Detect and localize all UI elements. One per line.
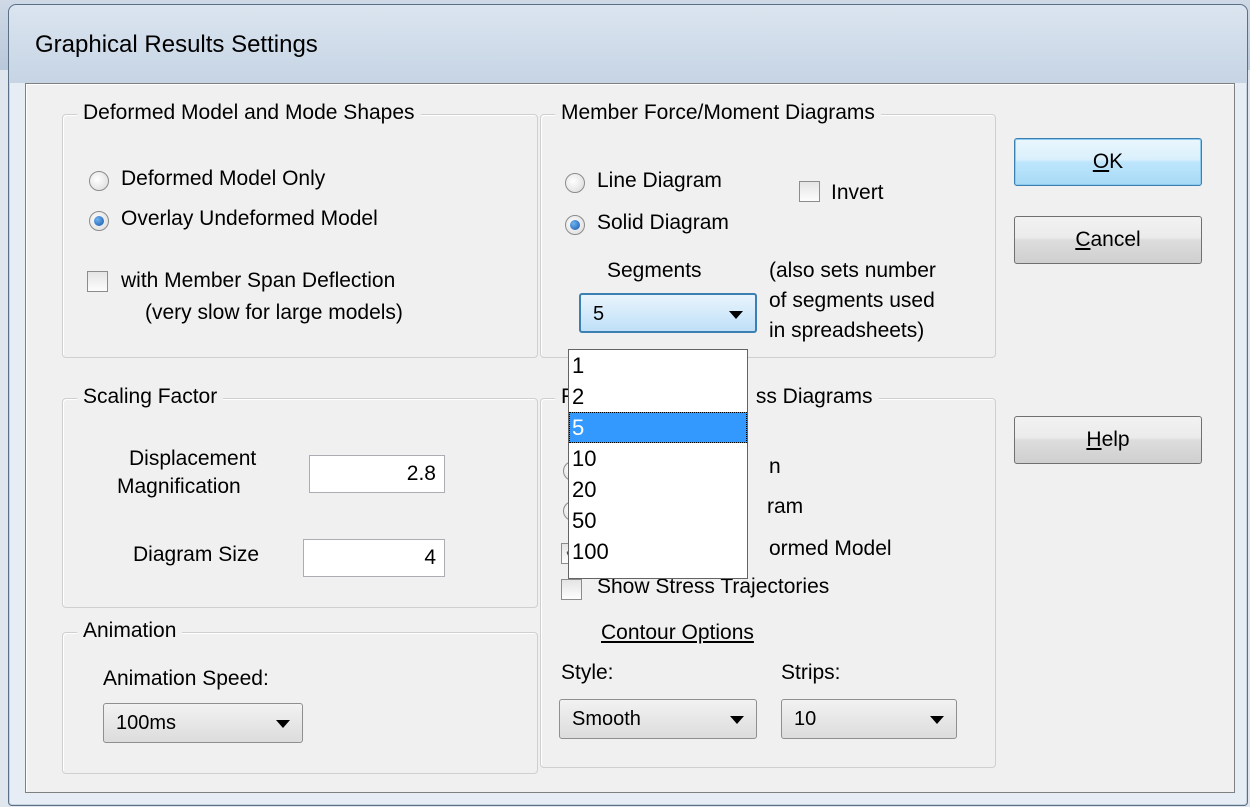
strips-value: 10 [794,708,817,730]
chevron-down-icon [276,720,290,728]
animation-legend: Animation [77,619,183,643]
animation-speed-label: Animation Speed: [103,667,269,690]
segments-note-line2: of segments used [769,289,935,312]
invert-checkbox[interactable] [799,181,820,202]
animation-speed-combo[interactable]: 100ms [103,703,303,743]
member-force-group: Member Force/Moment Diagrams Line Diagra… [540,101,996,358]
cancel-button-rest: ancel [1090,228,1141,251]
displacement-magnification-input[interactable]: 2.8 [309,455,445,493]
invert-label[interactable]: Invert [831,181,884,205]
magnification-label: Magnification [117,475,241,498]
scaling-factor-legend: Scaling Factor [77,385,224,409]
help-button[interactable]: Help [1014,416,1202,464]
title-bar[interactable]: Graphical Results Settings [9,5,1247,83]
segments-value: 5 [593,303,605,325]
style-label: Style: [561,661,614,684]
segments-option[interactable]: 10 [569,443,747,474]
displacement-label: Displacement [129,447,257,470]
plate-radio-2-label[interactable]: ram [767,495,803,519]
style-value: Smooth [572,708,641,730]
overlay-deformed-label[interactable]: ormed Model [769,537,892,561]
chevron-down-icon [729,311,743,319]
dialog-title: Graphical Results Settings [35,31,318,58]
ok-button[interactable]: OK [1014,138,1202,186]
segments-option[interactable]: 20 [569,474,747,505]
solid-diagram-radio[interactable] [565,215,585,235]
member-span-deflection-note: (very slow for large models) [145,301,403,324]
overlay-undeformed-radio[interactable] [89,211,109,231]
animation-speed-value: 100ms [116,712,177,734]
chevron-down-icon [730,716,744,724]
segments-dropdown-list: 1 2 5 10 20 50 100 [568,349,748,579]
segments-option[interactable]: 100 [569,536,747,567]
contour-options-link[interactable]: Contour Options [601,621,754,645]
cancel-button[interactable]: Cancel [1014,216,1202,264]
stress-trajectories-checkbox[interactable] [561,579,582,600]
line-diagram-label[interactable]: Line Diagram [597,169,722,193]
segments-note-line1: (also sets number [769,259,936,282]
member-span-deflection-checkbox[interactable] [87,271,108,292]
animation-group: Animation Animation Speed: 100ms [62,619,538,774]
help-button-rest: elp [1101,428,1130,451]
plate-stress-legend-end: ss Diagrams [755,385,873,408]
plate-radio-1-label[interactable]: n [769,455,781,479]
cancel-button-mnemonic: C [1075,228,1091,251]
style-combo[interactable]: Smooth [559,699,757,739]
deformed-model-group: Deformed Model and Mode Shapes Deformed … [62,101,538,358]
solid-diagram-label[interactable]: Solid Diagram [597,211,729,235]
segments-option[interactable]: 50 [569,505,747,536]
member-span-deflection-label[interactable]: with Member Span Deflection [121,269,395,293]
strips-combo[interactable]: 10 [781,699,957,739]
segments-note-line3: in spreadsheets) [769,319,925,342]
diagram-size-label: Diagram Size [133,543,260,566]
segments-option[interactable]: 1 [569,350,747,381]
ok-button-rest: K [1109,150,1124,173]
segments-option[interactable]: 5 [569,412,747,443]
overlay-undeformed-label[interactable]: Overlay Undeformed Model [121,207,378,231]
line-diagram-radio[interactable] [565,173,585,193]
diagram-size-input[interactable]: 4 [303,539,445,577]
segments-label: Segments [607,259,702,282]
scaling-factor-group: Scaling Factor Displacement Magnificatio… [62,385,538,608]
chevron-down-icon [930,716,944,724]
ok-button-mnemonic: O [1092,150,1110,173]
help-button-mnemonic: H [1086,428,1102,451]
member-force-legend: Member Force/Moment Diagrams [555,101,881,125]
deformed-only-label[interactable]: Deformed Model Only [121,167,325,191]
deformed-only-radio[interactable] [89,171,109,191]
segments-option[interactable]: 2 [569,381,747,412]
deformed-model-legend: Deformed Model and Mode Shapes [77,101,421,125]
strips-label: Strips: [781,661,841,684]
segments-combo[interactable]: 5 [579,293,757,333]
